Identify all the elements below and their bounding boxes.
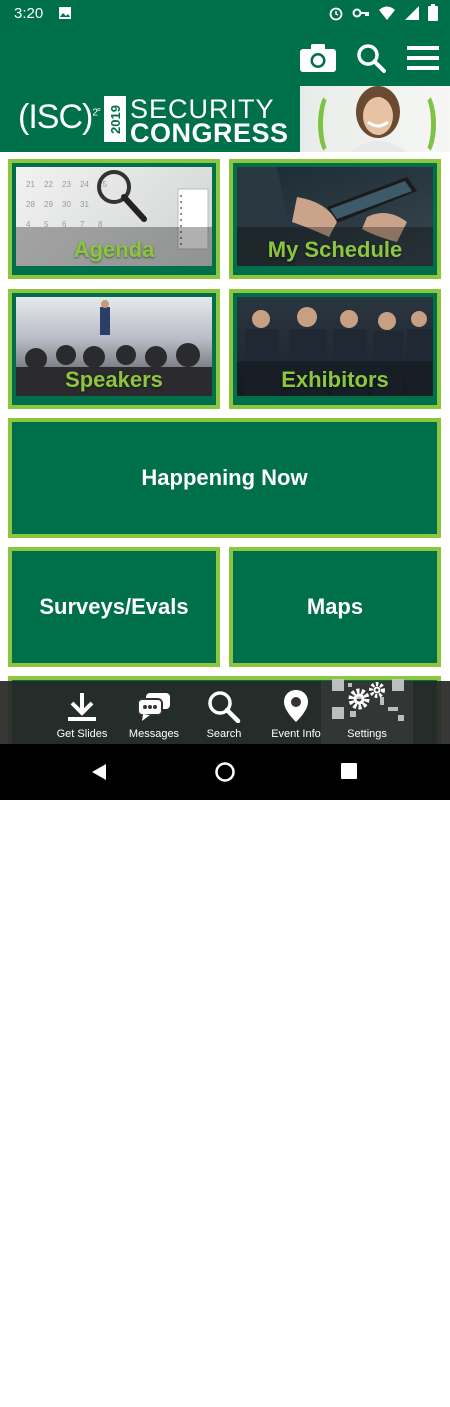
search-nav-button[interactable]: Search: [196, 681, 252, 744]
banner-logo-area: (ISC)2° 2019 SECURITY CONGRESS: [0, 86, 300, 152]
gear-icon: [322, 677, 412, 726]
battery-icon: [428, 4, 438, 26]
maps-tile[interactable]: Maps: [229, 547, 441, 667]
messages-label: Messages: [128, 728, 180, 740]
agenda-label: Agenda: [73, 237, 155, 262]
search-label: Search: [206, 728, 242, 740]
svg-text:22: 22: [44, 180, 53, 189]
surveys-label: Surveys/Evals: [39, 594, 189, 619]
happening-now-tile[interactable]: Happening Now: [8, 418, 441, 538]
alarm-icon: [328, 5, 344, 26]
agenda-tile[interactable]: 21 22 23 24 25 28 29 30 31 45678 Agenda: [8, 159, 220, 279]
svg-text:21: 21: [26, 180, 35, 189]
image-icon: [58, 6, 72, 25]
chat-icon: [136, 691, 172, 726]
download-icon: [66, 691, 98, 726]
banner-photo: [300, 86, 450, 152]
menu-icon[interactable]: [403, 38, 443, 78]
speakers-tile[interactable]: Speakers: [8, 289, 220, 409]
search-icon: [207, 691, 241, 726]
hidden-tile-text: Attendees can scan this QR code to send …: [22, 1393, 357, 1407]
exhibitors-label: Exhibitors: [281, 367, 389, 392]
settings-button[interactable]: Settings: [321, 679, 413, 744]
banner-title-line2: CONGRESS: [130, 118, 289, 148]
camera-icon[interactable]: [298, 38, 338, 78]
signal-icon: [404, 5, 420, 26]
search-icon[interactable]: [351, 38, 391, 78]
happening-now-label: Happening Now: [141, 465, 308, 490]
svg-text:29: 29: [44, 200, 53, 209]
svg-text:31: 31: [80, 200, 89, 209]
year-badge: 2019: [104, 96, 126, 142]
exhibitors-tile[interactable]: Exhibitors: [229, 289, 441, 409]
status-time: 3:20: [14, 5, 44, 22]
location-pin-icon: [283, 689, 309, 726]
my-schedule-tile[interactable]: My Schedule: [229, 159, 441, 279]
svg-text:30: 30: [62, 200, 71, 209]
get-slides-label: Get Slides: [56, 728, 108, 740]
event-info-button[interactable]: Event Info: [264, 681, 328, 744]
org-logo: (ISC)2°: [18, 98, 101, 136]
back-icon[interactable]: [90, 763, 108, 786]
wifi-icon: [378, 5, 396, 26]
app-bar: [0, 26, 450, 86]
settings-label: Settings: [347, 728, 387, 740]
conference-banner: (ISC)2° 2019 SECURITY CONGRESS: [0, 86, 450, 152]
svg-text:24: 24: [80, 180, 89, 189]
home-icon[interactable]: [215, 762, 235, 787]
bottom-navigation: Attendees can scan this QR code to send …: [0, 679, 450, 1407]
speakers-label: Speakers: [65, 367, 163, 392]
svg-text:28: 28: [26, 200, 35, 209]
event-info-label: Event Info: [271, 728, 321, 740]
recents-icon[interactable]: [341, 763, 357, 784]
svg-text:23: 23: [62, 180, 71, 189]
surveys-tile[interactable]: Surveys/Evals: [8, 547, 220, 667]
system-navigation-bar: [0, 744, 450, 800]
get-slides-button[interactable]: Get Slides: [52, 681, 112, 744]
messages-button[interactable]: Messages: [124, 681, 184, 744]
status-bar: 3:20: [0, 0, 450, 26]
vpn-key-icon: [352, 5, 370, 26]
maps-label: Maps: [306, 594, 364, 619]
my-schedule-label: My Schedule: [267, 237, 403, 262]
